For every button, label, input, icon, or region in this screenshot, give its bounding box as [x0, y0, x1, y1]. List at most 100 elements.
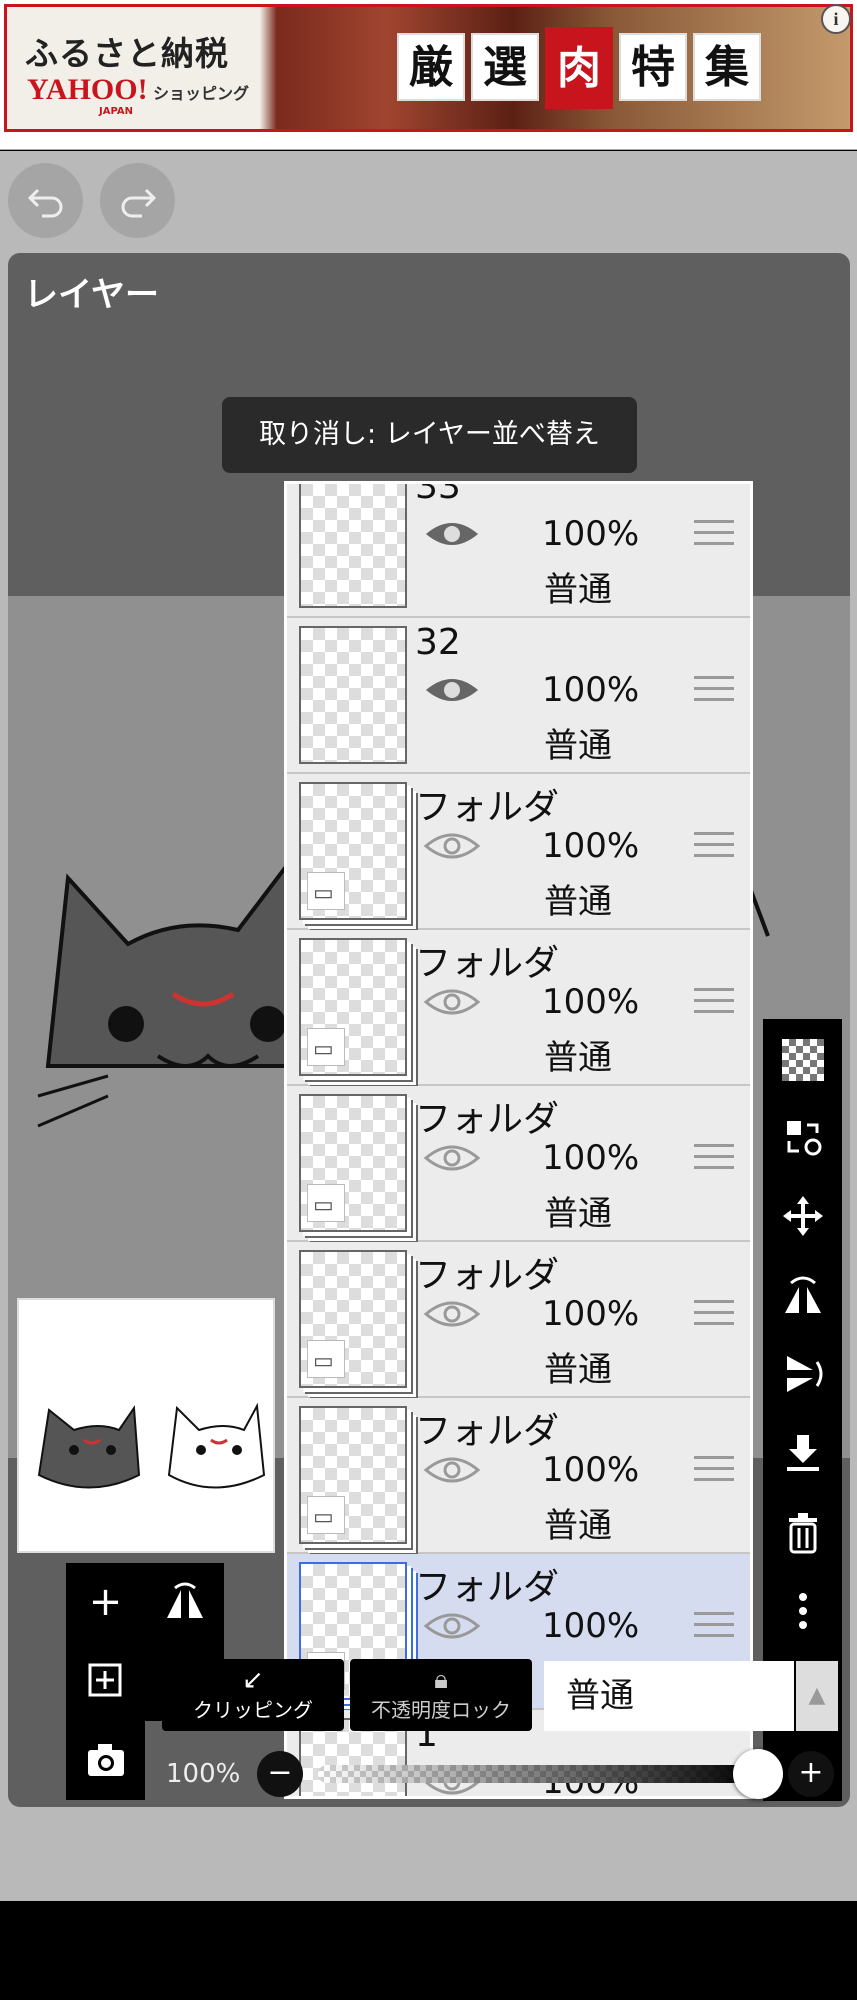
ad-image[interactable]: ふるさと納税 YAHOO! JAPAN ショッピング 厳 選 肉 特 集: [4, 4, 853, 132]
convert-icon: [786, 1121, 821, 1156]
folder-icon: ▭: [307, 872, 345, 910]
opacity-slider[interactable]: [318, 1765, 758, 1783]
eye-icon[interactable]: [422, 670, 482, 710]
eye-off-icon[interactable]: [422, 826, 482, 866]
layer-opacity: 100%: [542, 826, 640, 866]
layer-blend-mode: 普通: [544, 1038, 612, 1078]
system-nav-area: [0, 1901, 857, 2000]
eye-off-icon[interactable]: [422, 1138, 482, 1178]
layer-blend-mode: 普通: [544, 570, 612, 610]
undo-tooltip: 取り消し: レイヤー並べ替え: [222, 397, 637, 473]
download-icon: [786, 1435, 819, 1471]
delete-layer-button[interactable]: [763, 1493, 842, 1572]
add-layer-button[interactable]: +: [66, 1563, 145, 1642]
ad-feature-char: 集: [693, 33, 761, 101]
alpha-lock-button[interactable]: 🔒︎ 不透明度ロック: [350, 1659, 532, 1731]
drag-handle-icon[interactable]: [694, 1612, 734, 1644]
lock-icon: 🔒︎: [434, 1665, 448, 1695]
checkerboard-icon: [781, 1039, 824, 1081]
opacity-slider-knob[interactable]: [733, 1749, 783, 1799]
drag-handle-icon[interactable]: [694, 1300, 734, 1332]
folder-row[interactable]: ▭ フォルダ 100% 普通: [287, 1242, 750, 1398]
more-menu-button[interactable]: [763, 1572, 842, 1651]
layer-opacity: 100%: [542, 514, 640, 554]
move-icon: [782, 1196, 823, 1236]
ad-feature-char: 特: [619, 33, 687, 101]
merge-down-button[interactable]: [763, 1414, 842, 1493]
ad-info-icon[interactable]: i: [821, 4, 851, 34]
folder-icon: ▭: [307, 1184, 345, 1222]
eye-off-icon[interactable]: [422, 1294, 482, 1334]
panel-title: レイヤー: [24, 275, 159, 315]
plus-icon: +: [88, 1579, 123, 1625]
folder-row[interactable]: ▭ フォルダ 100% 普通: [287, 1086, 750, 1242]
flip-vertical-icon: [786, 1356, 822, 1392]
transparent-fill-button[interactable]: [763, 1019, 842, 1098]
folder-icon: ▭: [307, 1028, 345, 1066]
drag-handle-icon[interactable]: [694, 832, 734, 864]
drag-handle-icon[interactable]: [694, 1456, 734, 1488]
flip-horizontal-icon: [166, 1582, 203, 1618]
drag-handle-icon[interactable]: [694, 988, 734, 1020]
folder-thumbnail: ▭: [299, 1094, 407, 1232]
layer-blend-mode: 普通: [544, 1506, 612, 1546]
folder-thumbnail: ▭: [299, 938, 407, 1076]
ad-banner[interactable]: ふるさと納税 YAHOO! JAPAN ショッピング 厳 選 肉 特 集 i: [0, 0, 857, 150]
drag-handle-icon[interactable]: [694, 1144, 734, 1176]
folder-row[interactable]: ▭ フォルダ 100% 普通: [287, 1398, 750, 1554]
ad-shopping-text: ショッピング: [153, 84, 250, 103]
add-folder-button[interactable]: [66, 1642, 145, 1721]
eye-off-icon[interactable]: [422, 982, 482, 1022]
layer-thumbnail: [299, 484, 407, 608]
flip-vertical-layer-button[interactable]: [763, 1335, 842, 1414]
layer-row[interactable]: 33 100% 普通: [287, 481, 750, 618]
drag-handle-icon[interactable]: [694, 676, 734, 708]
camera-button[interactable]: [66, 1721, 145, 1800]
folder-thumbnail: ▭: [299, 782, 407, 920]
opacity-minus-button[interactable]: −: [257, 1751, 303, 1797]
eye-off-icon[interactable]: [422, 1606, 482, 1646]
flip-horizontal-icon: [784, 1276, 821, 1313]
folder-icon: ▭: [307, 1496, 345, 1534]
app-area: レイヤー 取り消し: レイヤー並べ替え + 33 100% 普通 32 100%…: [0, 151, 857, 2000]
add-layer-copy-icon: [88, 1663, 121, 1697]
ad-yahoo-logo: YAHOO!: [27, 73, 148, 106]
opacity-plus-button[interactable]: +: [788, 1751, 834, 1797]
clipping-button[interactable]: ↙ クリッピング: [162, 1659, 344, 1731]
folder-row[interactable]: ▭ フォルダ 100% 普通: [287, 930, 750, 1086]
layer-convert-button[interactable]: [763, 1098, 842, 1177]
blend-mode-select[interactable]: 普通: [544, 1661, 794, 1731]
flip-horizontal-layer-button[interactable]: [763, 1256, 842, 1335]
ad-feature-title: 厳 選 肉 特 集: [397, 27, 761, 109]
layer-blend-mode: 普通: [544, 726, 612, 766]
camera-tool: [66, 1721, 145, 1800]
folder-row[interactable]: ▭ フォルダ 100% 普通: [287, 774, 750, 930]
layer-row[interactable]: 32 100% 普通: [287, 618, 750, 774]
layer-list[interactable]: 33 100% 普通 32 100% 普通 ▭ フォルダ 100% 普通 ▭ フ…: [284, 481, 753, 1799]
move-button[interactable]: [763, 1177, 842, 1256]
drag-handle-icon[interactable]: [694, 520, 734, 552]
layer-blend-mode: 普通: [544, 1350, 612, 1390]
clipping-arrow-icon: ↙: [242, 1665, 264, 1695]
layer-opacity: 100%: [542, 1138, 640, 1178]
folder-thumbnail: ▭: [299, 1406, 407, 1544]
undo-button[interactable]: [8, 163, 83, 238]
ad-japan-text: JAPAN: [99, 106, 133, 117]
layer-name: フォルダ: [415, 787, 560, 828]
eye-icon[interactable]: [422, 514, 482, 554]
flip-horizontal-button[interactable]: [145, 1563, 224, 1642]
redo-button[interactable]: [100, 163, 175, 238]
opacity-label: 100%: [166, 1759, 241, 1789]
layer-name: 33: [415, 481, 461, 507]
folder-icon: ▭: [307, 1340, 345, 1378]
trash-icon: [788, 1513, 817, 1554]
eye-off-icon[interactable]: [422, 1450, 482, 1490]
more-vertical-icon: [798, 1593, 807, 1629]
layer-opacity: 100%: [542, 1450, 640, 1490]
camera-icon: [87, 1744, 124, 1776]
canvas-preview[interactable]: [17, 1298, 275, 1553]
layer-name: フォルダ: [415, 1255, 560, 1296]
caret-up-icon[interactable]: ▲: [796, 1661, 838, 1731]
layer-name: フォルダ: [415, 1099, 560, 1140]
ad-feature-char: 厳: [397, 33, 465, 101]
